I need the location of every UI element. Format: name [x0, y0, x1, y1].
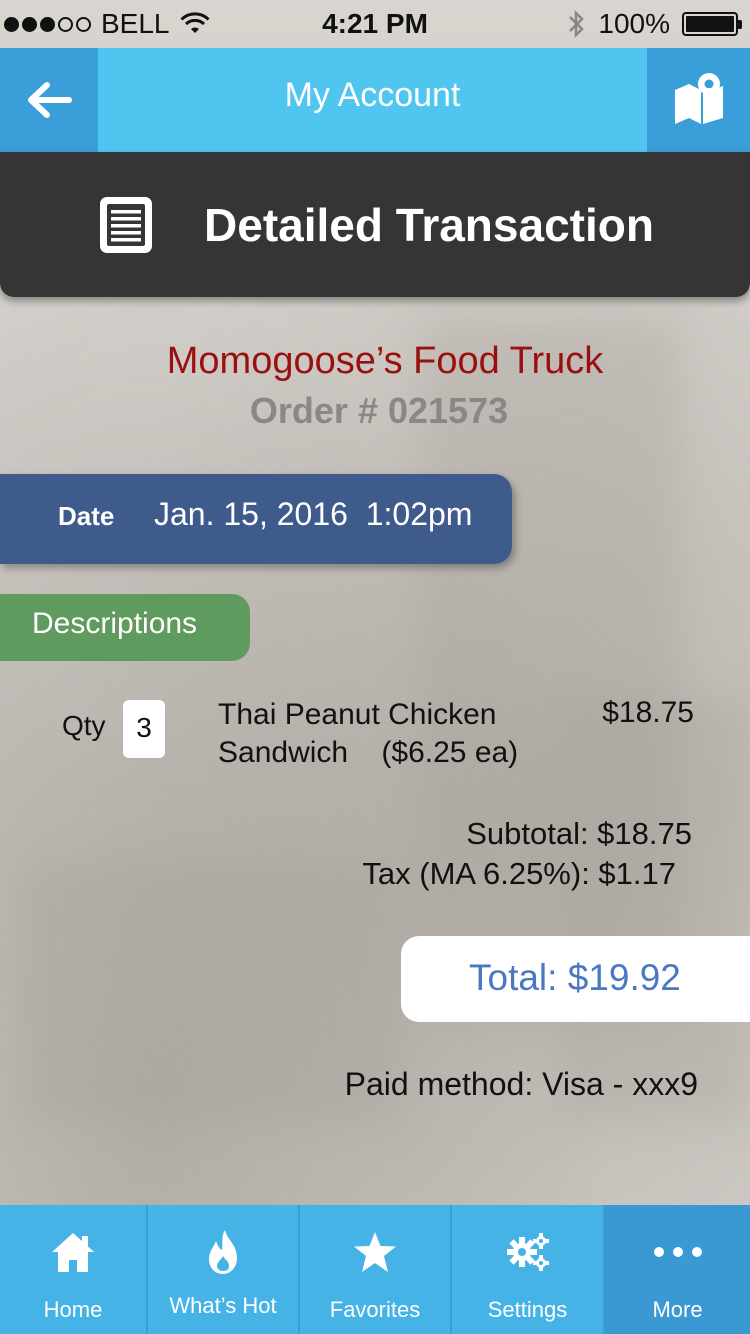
order-number: Order # 021573: [249, 390, 509, 431]
tab-label: More: [652, 1297, 703, 1322]
tab-home[interactable]: Home: [0, 1205, 148, 1334]
star-icon: [354, 1232, 396, 1272]
date-value: Jan. 15, 2016 1:02pm: [154, 496, 473, 532]
qty-value: 3: [123, 700, 165, 758]
tab-label: Settings: [487, 1297, 568, 1322]
tab-label: What’s Hot: [169, 1293, 277, 1318]
qty-label: Qty: [62, 710, 106, 741]
map-button[interactable]: [647, 48, 750, 152]
arrow-left-icon: [28, 82, 72, 118]
tax: Tax (MA 6.25%): $1.17: [362, 856, 676, 891]
battery-icon: [682, 12, 742, 36]
tab-more[interactable]: More: [605, 1205, 750, 1334]
descriptions-label: Descriptions: [0, 594, 250, 661]
document-icon: [100, 196, 153, 253]
status-right: 100%: [566, 8, 742, 40]
vendor-name: Momogoose’s Food Truck: [166, 340, 604, 382]
home-icon: [52, 1233, 94, 1272]
tab-settings[interactable]: Settings: [452, 1205, 605, 1334]
gears-icon: [506, 1233, 549, 1271]
section-header: Detailed Transaction: [0, 152, 750, 297]
tab-label: Favorites: [329, 1297, 421, 1322]
bluetooth-icon: [569, 9, 585, 39]
item-name-line2: Sandwich ($6.25 ea): [218, 736, 519, 769]
more-dots-icon: [653, 1247, 702, 1257]
date-row: Date Jan. 15, 2016 1:02pm: [0, 474, 512, 564]
date-label: Date: [58, 501, 115, 531]
item-name: Thai Peanut Chicken Sandwich ($6.25 ea): [218, 696, 518, 772]
nav-bar: My Account: [0, 48, 750, 152]
item-price: $18.75: [602, 696, 694, 729]
flame-icon: [209, 1230, 237, 1274]
tab-favorites[interactable]: Favorites: [300, 1205, 452, 1334]
section-title: Detailed Transaction: [204, 198, 654, 251]
tab-whats-hot[interactable]: What’s Hot: [148, 1205, 300, 1334]
item-name-line1: Thai Peanut Chicken: [218, 698, 497, 731]
status-bar: BELL 4:21 PM 100%: [0, 0, 750, 48]
back-button[interactable]: [0, 48, 98, 152]
total: Total: $19.92: [401, 936, 750, 1022]
nav-title: My Account: [284, 76, 461, 114]
payment-method: Paid method: Visa - xxx9: [344, 1066, 698, 1102]
tab-bar: Home What’s Hot Favorites Settings More: [0, 1205, 750, 1334]
tab-label: Home: [43, 1297, 103, 1322]
battery-percent: 100%: [598, 8, 670, 39]
subtotal: Subtotal: $18.75: [466, 816, 692, 851]
map-pin-icon: [674, 73, 723, 124]
